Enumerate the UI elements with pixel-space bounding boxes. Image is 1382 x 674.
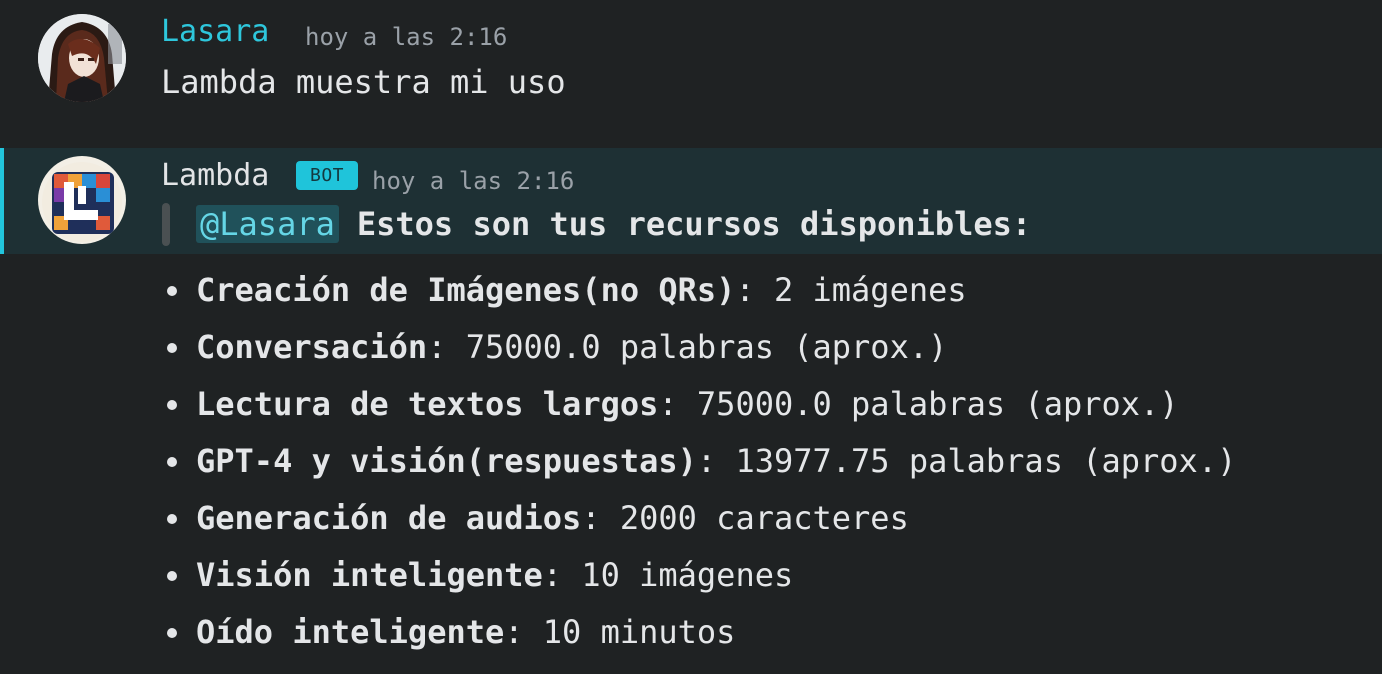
user-name[interactable]: Lasara (161, 14, 269, 50)
message-user: Lasara hoy a las 2:16 Lambda muestra mi … (0, 0, 1382, 130)
user-message-content: Lambda muestra mi uso (161, 63, 566, 101)
item-value: : 10 minutos (504, 613, 736, 651)
bot-name[interactable]: Lambda (161, 158, 269, 194)
quote-text: Estos son tus recursos disponibles: (356, 205, 1032, 243)
bullet-icon (167, 514, 177, 524)
user-timestamp[interactable]: hoy a las 2:16 (305, 19, 507, 55)
item-value: : 2000 caracteres (581, 499, 909, 537)
item-label: Oído inteligente (196, 613, 505, 651)
bot-quote-line: @Lasara Estos son tus recursos disponible… (196, 203, 1031, 246)
bullet-icon (167, 343, 177, 353)
bullet-icon (167, 628, 177, 638)
item-value: : 2 imágenes (735, 271, 967, 309)
item-label: GPT-4 y visión(respuestas) (196, 442, 697, 480)
item-label: Lectura de textos largos (196, 385, 659, 423)
bot-avatar[interactable] (38, 156, 126, 244)
bullet-icon (167, 400, 177, 410)
bot-badge: BOT (296, 161, 358, 190)
user-avatar[interactable] (38, 14, 126, 102)
bullet-icon (167, 571, 177, 581)
bullet-icon (167, 457, 177, 467)
item-value: : 13977.75 palabras (aprox.) (696, 442, 1237, 480)
item-value: : 75000.0 palabras (aprox.) (658, 385, 1179, 423)
bullet-icon (167, 286, 177, 296)
item-value: : 10 imágenes (542, 556, 794, 594)
item-label: Creación de Imágenes(no QRs) (196, 271, 736, 309)
blockquote-bar (162, 203, 170, 246)
item-label: Visión inteligente (196, 556, 543, 594)
bot-timestamp[interactable]: hoy a las 2:16 (372, 163, 574, 199)
item-value: : 75000.0 palabras (aprox.) (427, 328, 948, 366)
user-mention[interactable]: @Lasara (196, 205, 339, 243)
item-label: Generación de audios (196, 499, 582, 537)
message-bot-highlighted: Lambda BOT hoy a las 2:16 @Lasara Estos s… (0, 148, 1382, 254)
item-label: Conversación (196, 328, 428, 366)
